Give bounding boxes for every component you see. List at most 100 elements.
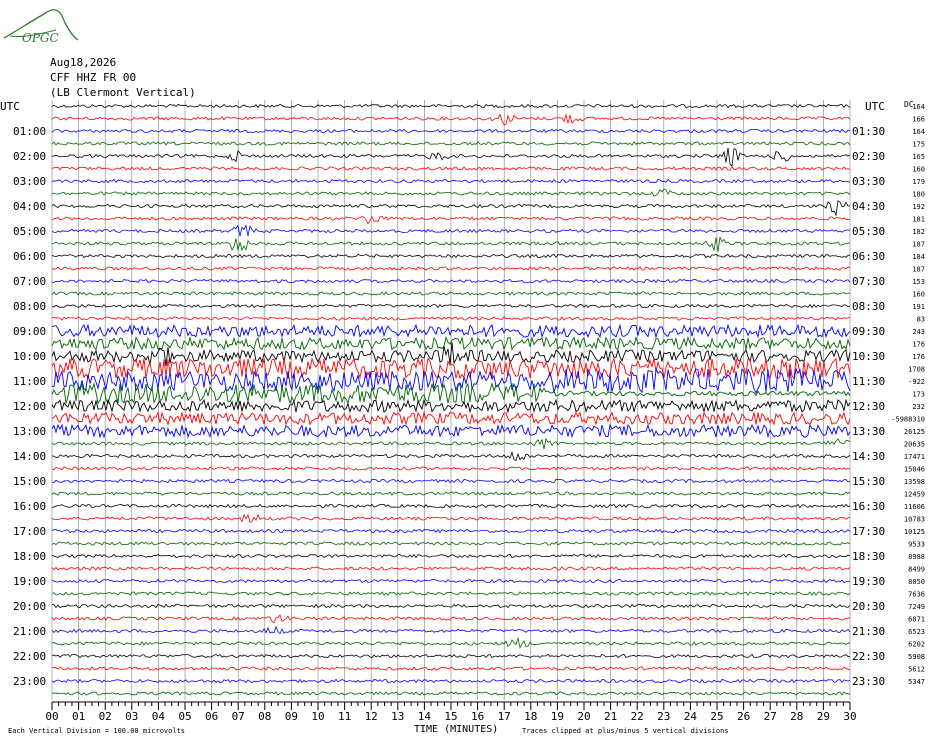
dc-offset-labels: 164 166 164 175 165 160 179 180 192 181 182 187 184 1… [891,103,925,686]
right-half-hour-label: 12:30 [852,400,885,413]
header-date: Aug18,2026 [50,56,116,69]
right-half-hour-label: 01:30 [852,125,885,138]
dc-offset-label: 15046 [904,466,925,474]
right-half-hour-label: 20:30 [852,600,885,613]
x-tick-label: 13 [391,710,404,723]
left-hour-label: 12:00 [13,400,46,413]
right-half-hour-label: 11:30 [852,375,885,388]
x-tick-label: 07 [232,710,245,723]
x-tick-label: 15 [444,710,457,723]
right-half-hour-label: 02:30 [852,150,885,163]
dc-offset-label: 243 [912,328,925,336]
dc-offset-label: 10783 [904,516,925,524]
dc-offset-label: 187 [912,241,925,249]
dc-offset-label: 181 [912,216,925,224]
dc-offset-label: 7636 [908,591,925,599]
right-half-hour-label: 17:30 [852,525,885,538]
x-tick-label: 12 [365,710,378,723]
right-half-hour-label: 05:30 [852,225,885,238]
right-half-hour-label: 04:30 [852,200,885,213]
left-hour-label: 23:00 [13,675,46,688]
right-half-hour-label: 03:30 [852,175,885,188]
dc-offset-label: 26125 [904,428,925,436]
right-half-hour-label: 23:30 [852,675,885,688]
dc-offset-label: 11606 [904,503,925,511]
right-half-hour-label: 08:30 [852,300,885,313]
right-half-hour-label: 18:30 [852,550,885,563]
left-hour-label: 14:00 [13,450,46,463]
dc-offset-label: 175 [912,141,925,149]
dc-offset-label: 184 [912,253,925,261]
x-tick-label: 02 [99,710,112,723]
right-half-hour-labels: 01:30 02:30 03:30 04:30 05:30 06:30 07:30 08:30… [852,125,885,688]
dc-offset-label: 17471 [904,453,925,461]
left-hour-label: 18:00 [13,550,46,563]
left-hour-label: 01:00 [13,125,46,138]
dc-offset-label: 187 [912,266,925,274]
x-tick-label: 29 [817,710,830,723]
logo-text: OPGC [22,31,59,45]
x-tick-label: 11 [338,710,351,723]
x-tick-label: 16 [471,710,484,723]
clip-note: Traces clipped at plus/minus 5 vertical … [522,727,729,735]
right-half-hour-label: 10:30 [852,350,885,363]
right-half-hour-label: 07:30 [852,275,885,288]
x-tick-label: 04 [152,710,166,723]
right-half-hour-label: 19:30 [852,575,885,588]
dc-offset-label: 176 [912,353,925,361]
dc-offset-label: -5988310 [891,416,925,424]
left-hour-label: 11:00 [13,375,46,388]
dc-offset-label: 176 [912,341,925,349]
left-hour-label: 15:00 [13,475,46,488]
right-axis-label: UTC [865,100,885,113]
left-hour-label: 10:00 [13,350,46,363]
x-tick-label: 09 [285,710,298,723]
x-tick-label: 27 [764,710,777,723]
left-hour-label: 16:00 [13,500,46,513]
left-hour-label: 17:00 [13,525,46,538]
left-hour-labels: 01:00 02:00 03:00 04:00 05:00 06:00 07:00 08:00… [13,125,46,688]
left-hour-label: 06:00 [13,250,46,263]
x-tick-label: 30 [843,710,856,723]
right-half-hour-label: 06:30 [852,250,885,263]
x-axis-ticks: 00 01 02 03 04 05 06 07 08 09 10 11 12 13 14 15 16 17 18 19… [45,701,857,723]
dc-offset-label: 160 [912,291,925,299]
dc-offset-label: 20635 [904,441,925,449]
dc-offset-label: 6871 [908,616,925,624]
dc-offset-label: 165 [912,153,925,161]
dc-offset-label: 13598 [904,478,925,486]
x-tick-label: 24 [684,710,698,723]
x-tick-label: 17 [498,710,511,723]
x-tick-label: 14 [418,710,432,723]
left-hour-label: 02:00 [13,150,46,163]
x-tick-label: 01 [72,710,85,723]
left-hour-label: 09:00 [13,325,46,338]
x-axis-title: TIME (MINUTES) [414,724,498,735]
x-tick-label: 21 [604,710,617,723]
left-hour-label: 08:00 [13,300,46,313]
x-tick-label: 03 [125,710,138,723]
left-axis-label: UTC [0,100,20,113]
x-tick-label: 20 [577,710,590,723]
right-half-hour-label: 15:30 [852,475,885,488]
dc-offset-label: 164 [912,103,925,111]
left-hour-label: 04:00 [13,200,46,213]
left-hour-label: 05:00 [13,225,46,238]
dc-offset-label: 5612 [908,666,925,674]
dc-offset-label: 173 [912,391,925,399]
right-half-hour-label: 14:30 [852,450,885,463]
dc-offset-label: 12459 [904,491,925,499]
x-tick-label: 18 [524,710,537,723]
dc-offset-label: 6202 [908,641,925,649]
dc-offset-label: 5347 [908,678,925,686]
dc-offset-label: 7249 [908,603,925,611]
dc-offset-label: 180 [912,191,925,199]
right-half-hour-label: 22:30 [852,650,885,663]
dc-offset-label: 160 [912,166,925,174]
left-hour-label: 07:00 [13,275,46,288]
right-half-hour-label: 09:30 [852,325,885,338]
dc-offset-label: 179 [912,178,925,186]
dc-offset-label: 192 [912,203,925,211]
left-hour-label: 19:00 [13,575,46,588]
x-tick-label: 08 [258,710,271,723]
